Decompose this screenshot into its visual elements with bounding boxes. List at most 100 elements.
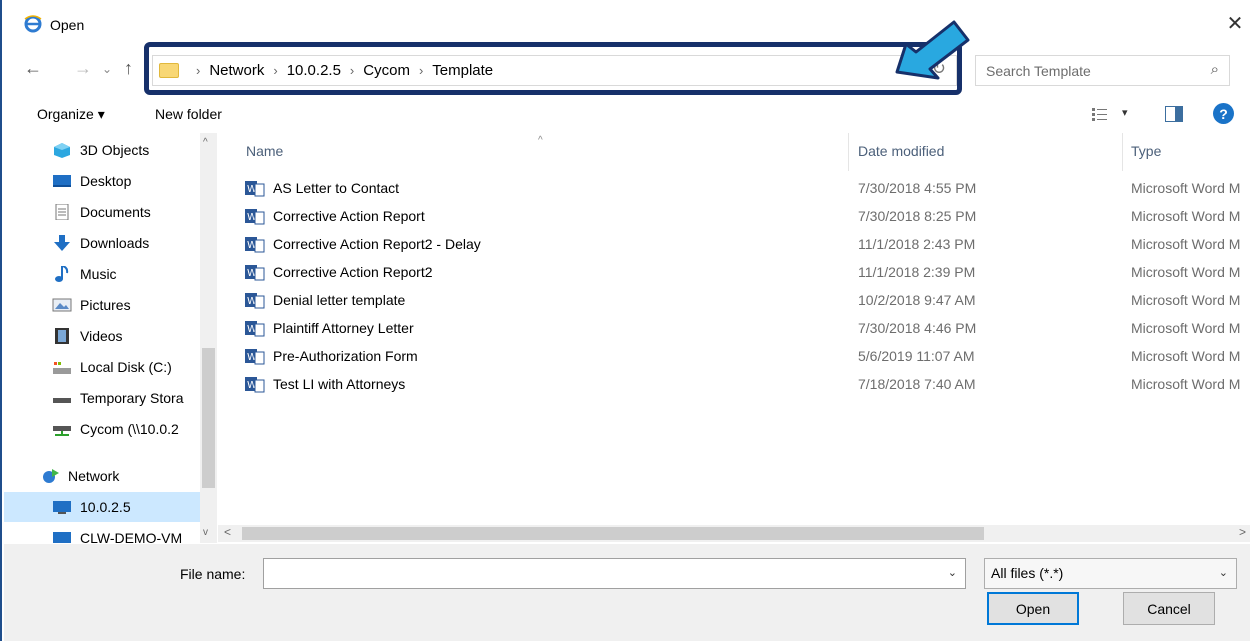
scroll-up-icon[interactable]: ^	[203, 137, 208, 148]
downloads-icon	[54, 235, 70, 251]
file-row[interactable]: W Corrective Action Report2 11/1/2018 2:…	[243, 259, 1250, 286]
file-row[interactable]: W Plaintiff Attorney Letter 7/30/2018 4:…	[243, 315, 1250, 342]
column-header-name[interactable]: Name	[246, 143, 283, 159]
sidebar-item-desktop[interactable]: Desktop	[4, 166, 200, 196]
file-name-label: File name:	[180, 566, 246, 582]
word-document-icon: W	[245, 321, 265, 337]
close-button[interactable]: ✕	[1218, 6, 1250, 40]
file-date: 11/1/2018 2:39 PM	[858, 264, 976, 280]
preview-pane-icon[interactable]	[1165, 106, 1183, 122]
up-button[interactable]: ↑	[124, 58, 133, 79]
file-name-dropdown-icon[interactable]: ⌄	[948, 566, 957, 579]
search-input[interactable]: Search Template ⌕	[975, 55, 1230, 86]
file-row[interactable]: W Corrective Action Report2 - Delay 11/1…	[243, 231, 1250, 258]
file-row[interactable]: W Test LI with Attorneys 7/18/2018 7:40 …	[243, 371, 1250, 398]
sidebar-item-downloads[interactable]: Downloads	[4, 228, 200, 258]
file-type: Microsoft Word M	[1131, 236, 1241, 252]
organize-button[interactable]: Organize ▾	[37, 106, 105, 123]
title-bar: Open ✕	[2, 0, 1250, 44]
sidebar-item-label: Temporary Stora	[80, 390, 184, 406]
open-file-dialog: Open ✕ ← → ⌄ ↑ › Network › 10.0.2.5 › Cy…	[0, 0, 1250, 641]
file-date: 7/18/2018 7:40 AM	[858, 376, 976, 392]
file-type: Microsoft Word M	[1131, 292, 1241, 308]
word-document-icon: W	[245, 377, 265, 393]
file-row[interactable]: W Corrective Action Report 7/30/2018 8:2…	[243, 203, 1250, 230]
file-type: Microsoft Word M	[1131, 208, 1241, 224]
word-document-icon: W	[245, 209, 265, 225]
sidebar-item-label: 3D Objects	[80, 142, 150, 158]
videos-icon	[55, 328, 69, 344]
sidebar-item-label: 10.0.2.5	[80, 499, 131, 515]
pictures-icon	[52, 298, 72, 312]
sidebar-item-network[interactable]: Network	[4, 461, 200, 491]
sidebar-item-label: Desktop	[80, 173, 132, 189]
word-document-icon: W	[245, 181, 265, 197]
help-icon[interactable]: ?	[1213, 103, 1234, 124]
column-divider[interactable]	[1122, 133, 1123, 171]
file-name: Corrective Action Report	[273, 208, 425, 224]
sidebar-item-documents[interactable]: Documents	[4, 197, 200, 227]
word-document-icon: W	[245, 237, 265, 253]
file-type-filter-select[interactable]: All files (*.*) ⌄	[984, 558, 1237, 589]
horizontal-scroll-thumb[interactable]	[242, 527, 984, 540]
sidebar-item-local-disk[interactable]: Local Disk (C:)	[4, 352, 200, 382]
navigation-pane: 3D Objects Desktop Documents Downloads M…	[4, 133, 217, 543]
file-name: Pre-Authorization Form	[273, 348, 418, 364]
3d-objects-icon	[54, 143, 70, 158]
scroll-right-icon[interactable]: >	[1239, 525, 1246, 539]
network-icon	[43, 469, 59, 483]
horizontal-scrollbar[interactable]: < >	[218, 525, 1250, 542]
scroll-left-icon[interactable]: <	[224, 525, 231, 539]
file-date: 5/6/2019 11:07 AM	[858, 348, 975, 364]
file-date: 7/30/2018 8:25 PM	[858, 208, 977, 224]
sidebar-item-pictures[interactable]: Pictures	[4, 290, 200, 320]
sidebar-scroll-thumb[interactable]	[202, 348, 215, 488]
file-name-field[interactable]: ⌄	[263, 558, 966, 589]
internet-explorer-icon	[24, 15, 42, 33]
back-button[interactable]: ←	[24, 58, 42, 79]
sidebar-item-label: Network	[68, 468, 120, 484]
network-drive-icon	[53, 426, 71, 436]
new-folder-button[interactable]: New folder	[155, 106, 222, 122]
sidebar-scrollbar[interactable]: ^ v	[200, 133, 217, 543]
sidebar-item-host-10-0-2-5[interactable]: 10.0.2.5	[4, 492, 200, 522]
search-icon: ⌕	[1210, 61, 1219, 78]
sidebar-item-label: Documents	[80, 204, 151, 220]
command-toolbar: Organize ▾ New folder ▾ ?	[2, 100, 1250, 130]
sidebar-item-videos[interactable]: Videos	[4, 321, 200, 351]
file-row[interactable]: W Pre-Authorization Form 5/6/2019 11:07 …	[243, 343, 1250, 370]
column-header-date-modified[interactable]: Date modified	[858, 143, 944, 159]
file-date: 11/1/2018 2:43 PM	[858, 236, 976, 252]
file-name: AS Letter to Contact	[273, 180, 400, 196]
sidebar-item-temporary-storage[interactable]: Temporary Stora	[4, 383, 200, 413]
column-header-type[interactable]: Type	[1131, 143, 1161, 159]
sidebar-item-label: Cycom (\\10.0.2	[80, 421, 179, 437]
cancel-button[interactable]: Cancel	[1123, 592, 1215, 625]
sort-ascending-icon: ^	[538, 135, 543, 146]
address-highlight-box	[144, 42, 962, 95]
file-type-filter-value: All files (*.*)	[991, 565, 1064, 581]
sidebar-item-3d-objects[interactable]: 3D Objects	[4, 135, 200, 165]
file-date: 7/30/2018 4:46 PM	[858, 320, 977, 336]
sidebar-item-clw-demo-vm[interactable]: CLW-DEMO-VM	[4, 523, 200, 543]
sidebar-item-label: Local Disk (C:)	[80, 359, 172, 375]
word-document-icon: W	[245, 265, 265, 281]
file-name: Corrective Action Report2	[273, 264, 433, 280]
file-row[interactable]: W Denial letter template 10/2/2018 9:47 …	[243, 287, 1250, 314]
sidebar-item-label: Pictures	[80, 297, 131, 313]
file-date: 10/2/2018 9:47 AM	[858, 292, 976, 308]
drive-icon	[53, 398, 71, 403]
view-options-icon[interactable]	[1091, 106, 1109, 122]
music-icon	[55, 266, 69, 282]
file-row[interactable]: W AS Letter to Contact 7/30/2018 4:55 PM…	[243, 175, 1250, 202]
column-divider[interactable]	[848, 133, 849, 171]
scroll-down-icon[interactable]: v	[203, 527, 208, 538]
forward-button[interactable]: →	[74, 58, 92, 79]
sidebar-item-cycom-share[interactable]: Cycom (\\10.0.2	[4, 414, 200, 444]
file-name: Corrective Action Report2 - Delay	[273, 236, 481, 252]
recent-locations-button[interactable]: ⌄	[102, 62, 112, 76]
open-button[interactable]: Open	[987, 592, 1079, 625]
view-dropdown-icon[interactable]: ▾	[1122, 106, 1128, 119]
sidebar-item-music[interactable]: Music	[4, 259, 200, 289]
window-title: Open	[50, 17, 85, 33]
